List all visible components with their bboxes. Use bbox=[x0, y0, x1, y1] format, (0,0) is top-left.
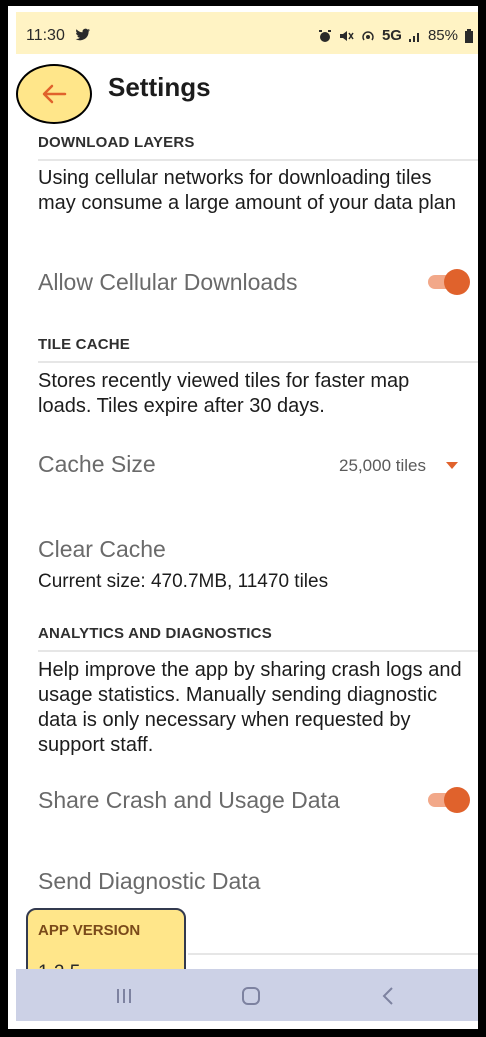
app-frame: 11:30 5G 85% Settings DOWNLOAD LAYERS Us… bbox=[0, 0, 486, 1037]
current-cache-size: Current size: 470.7MB, 11470 tiles bbox=[38, 571, 329, 592]
hotspot-icon bbox=[362, 30, 374, 40]
section-title-app-version: APP VERSION bbox=[38, 922, 141, 939]
home-button[interactable] bbox=[231, 981, 271, 1011]
time-text: 11:30 bbox=[26, 27, 65, 44]
section-title-analytics: ANALYTICS AND DIAGNOSTICS bbox=[38, 625, 272, 642]
send-diagnostic-button[interactable]: Send Diagnostic Data bbox=[38, 868, 260, 895]
system-nav-bar bbox=[16, 969, 478, 1021]
section-divider bbox=[188, 953, 478, 955]
status-time: 11:30 bbox=[26, 27, 91, 45]
cache-size-label: Cache Size bbox=[38, 451, 156, 477]
signal-icon bbox=[408, 32, 419, 42]
status-bar: 11:30 5G 85% bbox=[16, 12, 478, 54]
toggle-thumb bbox=[444, 787, 470, 813]
page-title: Settings bbox=[108, 72, 211, 102]
cache-size-value: 25,000 tiles bbox=[339, 456, 426, 475]
twitter-icon bbox=[75, 28, 91, 41]
dropdown-arrow-icon bbox=[446, 462, 458, 469]
clear-cache-label: Clear Cache bbox=[38, 536, 166, 562]
home-icon bbox=[242, 987, 260, 1005]
cache-size-dropdown[interactable]: 25,000 tiles bbox=[339, 456, 458, 476]
back-icon bbox=[382, 987, 393, 1005]
network-label: 5G bbox=[381, 27, 402, 44]
recents-icon bbox=[117, 989, 131, 1003]
nav-back-button[interactable] bbox=[368, 981, 408, 1011]
alarm-icon bbox=[318, 29, 331, 42]
tile-cache-description: Stores recently viewed tiles for faster … bbox=[38, 370, 410, 417]
section-title-tile-cache: TILE CACHE bbox=[38, 336, 130, 353]
section-divider bbox=[38, 159, 478, 161]
app-header: Settings bbox=[16, 54, 478, 128]
section-divider bbox=[38, 361, 478, 363]
arrow-left-icon bbox=[42, 84, 67, 104]
section-divider bbox=[38, 650, 478, 652]
download-layers-description: Using cellular networks for downloading … bbox=[38, 167, 457, 214]
mute-icon bbox=[339, 30, 354, 41]
analytics-description: Help improve the app by sharing crash lo… bbox=[38, 659, 462, 756]
status-icons: 5G 85% bbox=[318, 27, 474, 44]
back-button[interactable] bbox=[16, 64, 92, 124]
battery-icon bbox=[465, 28, 473, 43]
share-data-label: Share Crash and Usage Data bbox=[38, 787, 340, 813]
recents-button[interactable] bbox=[104, 981, 144, 1011]
battery-label: 85% bbox=[427, 27, 458, 44]
allow-cellular-label: Allow Cellular Downloads bbox=[38, 269, 298, 295]
toggle-thumb bbox=[444, 269, 470, 295]
share-data-toggle[interactable] bbox=[428, 787, 470, 813]
section-title-download-layers: DOWNLOAD LAYERS bbox=[38, 134, 195, 151]
allow-cellular-toggle[interactable] bbox=[428, 269, 470, 295]
